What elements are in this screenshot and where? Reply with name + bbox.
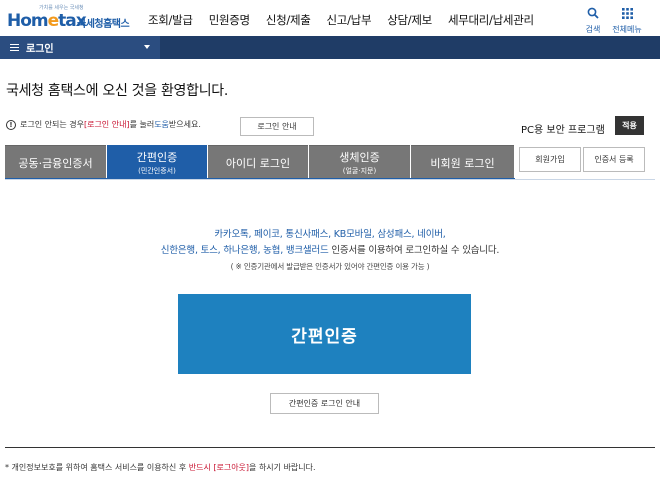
notice-text-pre: 로그인 안되는 경우	[20, 120, 84, 129]
page-title: 국세청 홈택스에 오신 것을 환영합니다.	[6, 83, 229, 99]
tab-simple-auth[interactable]: 간편인증 (민간인증서)	[107, 145, 207, 179]
provider-line-2: 신한은행, 토스, 하나은행, 농협, 뱅크샐러드 인증서를 이용하여 로그인하…	[160, 245, 500, 256]
provider-note: ( ※ 인증기관에서 발급받은 인증서가 있어야 간편인증 이용 가능 )	[230, 262, 430, 271]
logout-reminder: * 개인정보보호를 위하여 홈택스 서비스를 이용하신 후 반드시 [로그아웃]…	[5, 463, 316, 472]
logo-nts-text: 국세청홈택스	[77, 19, 130, 30]
location-dropdown[interactable]: 로그인	[0, 36, 160, 59]
signup-button[interactable]: 회원가입	[519, 147, 581, 172]
tab-biometric-auth[interactable]: 생체인증 (얼굴·지문)	[309, 145, 410, 179]
nav-item-agent[interactable]: 세무대리/납세관리	[448, 12, 534, 28]
notice-text-mid: 를 눌러	[129, 120, 155, 129]
nav-item-inquiry[interactable]: 조회/발급	[148, 12, 193, 28]
hamburger-icon	[10, 44, 19, 51]
search-button[interactable]: 검색	[578, 4, 608, 35]
tab-label: 아이디 로그인	[225, 156, 291, 170]
tab-joint-financial-cert[interactable]: 공동·금융인증서	[5, 145, 106, 179]
location-title: 로그인	[26, 44, 54, 55]
search-icon	[587, 7, 599, 19]
tab-id-login[interactable]: 아이디 로그인	[208, 145, 308, 179]
notice-help-text: 도움	[154, 120, 169, 129]
exclamation-icon: !	[6, 119, 16, 130]
provider-list: 카카오톡, 페이코, 통신사패스, KB모바일, 삼성패스, 네이버, 신한은행…	[0, 227, 660, 275]
notice-link-text: [로그인 안내]	[83, 120, 130, 129]
nav-item-filing[interactable]: 신고/납부	[327, 12, 372, 28]
divider	[5, 447, 655, 448]
login-guide-button[interactable]: 로그인 안내	[240, 117, 314, 136]
main-nav: 조회/발급 민원증명 신청/제출 신고/납부 상담/제보 세무대리/납세관리	[148, 12, 550, 28]
location-bar: 로그인	[0, 36, 660, 59]
tab-label: 비회원 로그인	[430, 156, 495, 170]
login-method-tabs: 공동·금융인증서 간편인증 (민간인증서) 아이디 로그인 생체인증 (얼굴·지…	[5, 145, 515, 179]
pc-security-label: PC용 보안 프로그램	[521, 125, 605, 136]
simple-auth-guide-button[interactable]: 간편인증 로그인 안내	[270, 393, 379, 414]
tab-label: 공동·금융인증서	[18, 156, 93, 170]
all-menu-button[interactable]: 전체메뉴	[612, 4, 642, 35]
apply-security-button[interactable]: 적용	[615, 116, 644, 135]
tab-label: 간편인증	[136, 151, 178, 164]
logo-slogan: 가치를 세우는 국세청	[39, 5, 84, 11]
nav-item-certificates[interactable]: 민원증명	[209, 12, 250, 28]
panel-border	[5, 179, 655, 180]
login-help-notice: ! 로그인 안되는 경우 [로그인 안내] 를 눌러 도움 받으세요.	[6, 119, 201, 130]
cert-register-button[interactable]: 인증서 등록	[583, 147, 645, 172]
simple-auth-button[interactable]: 간편인증	[178, 294, 471, 374]
tab-guest-login[interactable]: 비회원 로그인	[411, 145, 514, 179]
logo-hometax-text: Hometax	[7, 11, 87, 31]
hometax-logo[interactable]: 가치를 세우는 국세청 Hometax 국세청홈택스	[5, 4, 130, 32]
nav-item-application[interactable]: 신청/제출	[266, 12, 311, 28]
header: 가치를 세우는 국세청 Hometax 국세청홈택스 조회/발급 민원증명 신청…	[0, 0, 660, 36]
all-menu-label: 전체메뉴	[612, 25, 642, 34]
nav-item-consult[interactable]: 상담/제보	[387, 12, 432, 28]
search-label: 검색	[585, 25, 601, 34]
tab-sublabel: (민간인증서)	[138, 167, 176, 175]
caret-down-icon	[144, 45, 150, 49]
grid-menu-icon	[621, 8, 633, 19]
tab-label: 생체인증	[339, 151, 380, 164]
provider-line-1: 카카오톡, 페이코, 통신사패스, KB모바일, 삼성패스, 네이버,	[214, 229, 446, 240]
notice-text-post: 받으세요.	[168, 120, 201, 129]
tab-sublabel: (얼굴·지문)	[342, 167, 377, 175]
